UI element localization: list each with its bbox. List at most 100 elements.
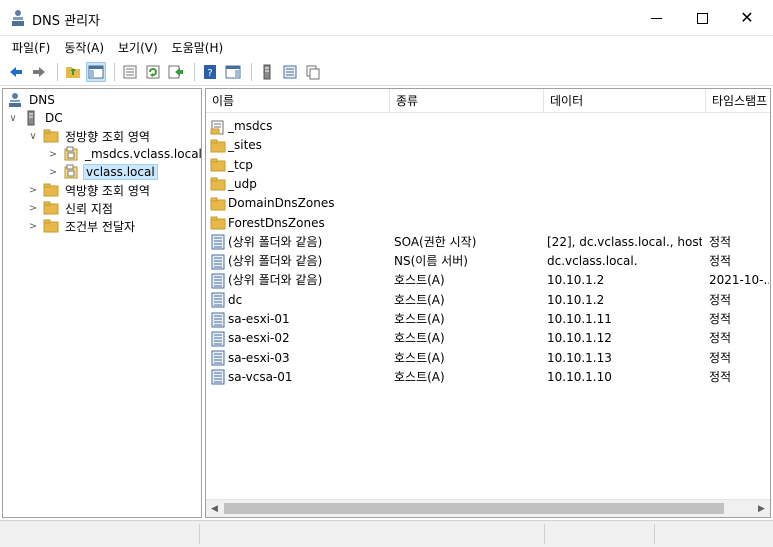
table-row[interactable]: _udp [206, 175, 770, 194]
chevron-down-icon[interactable]: ∨ [27, 131, 39, 142]
show-hide-console-tree-button[interactable] [86, 61, 106, 82]
scroll-right-icon[interactable]: ▶ [753, 500, 770, 517]
up-one-level-button[interactable] [63, 62, 83, 82]
table-row[interactable]: dc 호스트(A) 10.10.1.2 정적 [206, 291, 770, 310]
cell-name: _udp [210, 175, 390, 194]
chevron-right-icon[interactable]: > [27, 221, 39, 232]
cell-type: 호스트(A) [394, 369, 445, 384]
folder-icon [210, 215, 226, 231]
chevron-right-icon[interactable]: > [27, 203, 39, 214]
record-icon [210, 254, 226, 270]
table-row[interactable]: sa-esxi-03 호스트(A) 10.10.1.13 정적 [206, 349, 770, 368]
chevron-right-icon[interactable]: > [47, 149, 59, 160]
server-icon [23, 110, 39, 126]
folder-icon [210, 138, 226, 154]
help-button[interactable]: ? [200, 62, 220, 82]
action-pane-icon [225, 65, 241, 78]
cell-type [394, 117, 544, 136]
cell-data: 10.10.1.13 [547, 350, 612, 365]
folder-icon [210, 196, 226, 212]
copy-icon [306, 65, 320, 79]
toolbar-separator [57, 62, 58, 81]
record-name: (상위 폴더와 같음) [228, 273, 323, 288]
cell-type: NS(이름 서버) [394, 254, 468, 269]
record-list: 이름 종류 데이터 타임스탬프 _msdcs _sites _tcp _udp Doma… [205, 88, 771, 518]
server-button[interactable] [257, 62, 277, 82]
folder-icon [43, 128, 59, 144]
scroll-left-icon[interactable]: ◀ [206, 500, 223, 517]
folder-icon [43, 218, 59, 234]
cell-timestamp: 정적 [709, 312, 732, 326]
table-row[interactable]: _msdcs [206, 117, 770, 136]
table-row[interactable]: _tcp [206, 156, 770, 175]
horizontal-scrollbar[interactable]: ◀ ▶ [206, 499, 770, 517]
chevron-right-icon[interactable]: > [47, 167, 59, 178]
cell-timestamp: 정적 [709, 331, 732, 346]
record-list-button[interactable] [280, 62, 300, 82]
record-name: sa-esxi-03 [228, 350, 290, 365]
column-header-name[interactable]: 이름 [206, 89, 390, 113]
cell-timestamp [709, 194, 769, 213]
table-row[interactable]: sa-vcsa-01 호스트(A) 10.10.1.10 정적 [206, 368, 770, 387]
folder-icon [210, 176, 226, 192]
back-button[interactable] [6, 62, 26, 82]
cell-timestamp: 정적 [709, 350, 732, 365]
chevron-right-icon[interactable]: > [27, 185, 39, 196]
chevron-down-icon[interactable]: ∨ [7, 113, 19, 124]
menu-action[interactable]: 동작(A) [58, 39, 110, 56]
table-row[interactable]: (상위 폴더와 같음) NS(이름 서버) dc.vclass.local. 정적 [206, 252, 770, 271]
tree-item-conditional-forwarders[interactable]: > 조건부 전달자 [27, 217, 137, 235]
cell-data [547, 136, 702, 155]
record-icon [210, 292, 226, 308]
forward-button[interactable] [29, 62, 49, 82]
cell-data [547, 194, 702, 213]
scrollbar-thumb[interactable] [224, 503, 724, 514]
cell-data [547, 156, 702, 175]
menu-file[interactable]: 파일(F) [6, 39, 56, 56]
toolbar: ? [0, 58, 773, 86]
table-row[interactable]: ForestDnsZones [206, 214, 770, 233]
menu-view[interactable]: 보기(V) [112, 39, 164, 56]
export-list-button[interactable] [166, 62, 186, 82]
copy-button[interactable] [303, 62, 323, 82]
cell-type: 호스트(A) [394, 292, 445, 307]
properties-icon [123, 65, 137, 78]
cell-name: ForestDnsZones [210, 214, 390, 233]
menu-bar: 파일(F) 동작(A) 보기(V) 도움말(H) [0, 36, 773, 58]
record-name: _sites [228, 138, 262, 153]
maximize-icon [696, 12, 708, 24]
column-header-data[interactable]: 데이터 [544, 89, 706, 113]
cell-data [547, 117, 702, 136]
column-header-timestamp[interactable]: 타임스탬프 [706, 89, 770, 113]
minimize-button[interactable] [633, 0, 679, 36]
properties-button[interactable] [120, 62, 140, 82]
record-icon [210, 331, 226, 347]
tree-item-dns[interactable]: DNS [7, 91, 57, 109]
cell-data: 10.10.1.2 [547, 273, 605, 288]
cell-type: 호스트(A) [394, 350, 445, 365]
table-row[interactable]: sa-esxi-01 호스트(A) 10.10.1.11 정적 [206, 310, 770, 329]
tree-item-msdcs-zone[interactable]: > _msdcs.vclass.local [47, 145, 204, 163]
show-hide-action-pane-button[interactable] [223, 62, 243, 82]
column-header-type[interactable]: 종류 [390, 89, 544, 113]
tree-item-label: 조건부 전달자 [65, 219, 136, 234]
table-row[interactable]: (상위 폴더와 같음) 호스트(A) 10.10.1.2 2021-10-... [206, 271, 770, 290]
close-button[interactable]: ✕ [724, 0, 770, 36]
table-row[interactable]: (상위 폴더와 같음) SOA(권한 시작) [22], dc.vclass.loc… [206, 233, 770, 252]
cell-name: (상위 폴더와 같음) [210, 271, 390, 290]
menu-help[interactable]: 도움말(H) [166, 39, 230, 56]
table-row[interactable]: _sites [206, 136, 770, 155]
refresh-button[interactable] [143, 62, 163, 82]
tree-item-reverse-lookup-zones[interactable]: > 역방향 조회 영역 [27, 181, 152, 199]
table-row[interactable]: DomainDnsZones [206, 194, 770, 213]
tree-item-trust-points[interactable]: > 신뢰 지점 [27, 199, 115, 217]
record-name: sa-esxi-02 [228, 331, 290, 346]
record-list-icon [283, 65, 297, 78]
tree-item-forward-lookup-zones[interactable]: ∨ 정방향 조회 영역 [27, 127, 152, 145]
table-row[interactable]: sa-esxi-02 호스트(A) 10.10.1.12 정적 [206, 329, 770, 348]
tree-item-dc[interactable]: ∨ DC [7, 109, 65, 127]
record-icon [210, 273, 226, 289]
tree-item-vclass-zone[interactable]: > vclass.local [47, 163, 158, 181]
close-icon: ✕ [740, 8, 754, 27]
maximize-button[interactable] [679, 0, 725, 36]
